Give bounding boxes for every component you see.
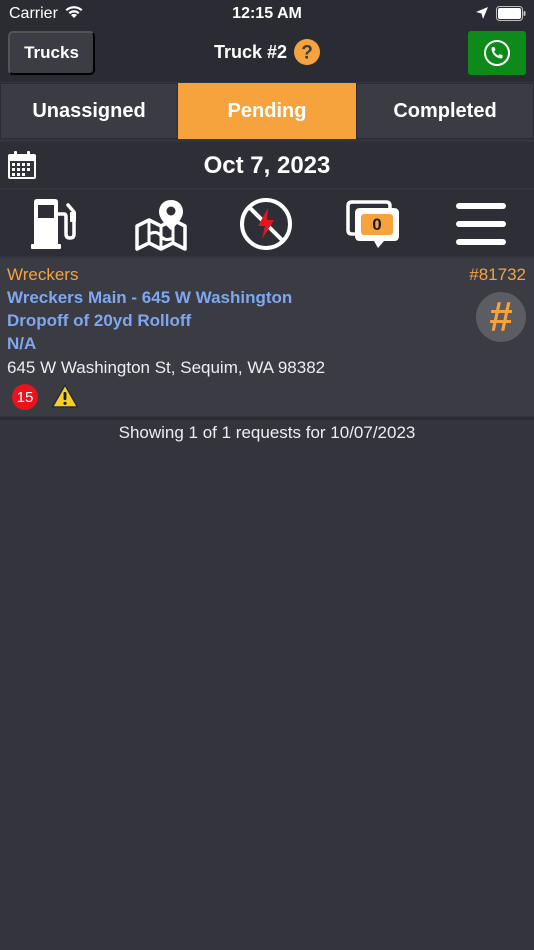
tab-pending[interactable]: Pending — [178, 83, 356, 139]
action-toolbar — [0, 190, 534, 256]
request-number: #81732 — [469, 265, 526, 284]
message-count-badge: 0 — [372, 215, 382, 234]
results-summary: Showing 1 of 1 requests for 10/07/2023 — [118, 423, 416, 442]
help-circle-icon[interactable]: ? — [293, 38, 321, 66]
date-selector: Oct 7, 2023 — [0, 142, 534, 188]
svg-text:?: ? — [301, 43, 313, 64]
menu-icon[interactable] — [453, 196, 509, 252]
map-icon[interactable] — [133, 196, 189, 252]
phone-icon — [484, 40, 510, 66]
navigation-bar: Trucks Truck #2 ? — [0, 28, 534, 82]
request-card[interactable]: Wreckers #81732 Wreckers Main - 645 W Wa… — [0, 258, 534, 416]
trucks-button[interactable]: Trucks — [8, 31, 95, 75]
page-title: Truck #2 — [214, 42, 288, 62]
tab-completed[interactable]: Completed — [356, 83, 534, 139]
location-name[interactable]: Wreckers Main - 645 W Washington — [7, 288, 292, 308]
fuel-pump-icon[interactable] — [26, 196, 82, 252]
app-screen: Carrier 12:15 AM Trucks Truck #2 ? Unass… — [0, 0, 534, 950]
tab-unassigned[interactable]: Unassigned — [0, 83, 178, 139]
task-description[interactable]: Dropoff of 20yd Rolloff — [7, 311, 191, 331]
location-arrow-icon — [476, 7, 488, 19]
status-tabs: Unassigned Pending Completed — [0, 83, 534, 139]
selected-date[interactable]: Oct 7, 2023 — [0, 152, 534, 180]
call-button[interactable] — [468, 31, 526, 75]
count-badge: 15 — [12, 384, 38, 410]
hash-number-button[interactable]: # — [476, 292, 526, 342]
status-bar: Carrier 12:15 AM — [0, 0, 534, 28]
contact-name[interactable]: N/A — [7, 334, 36, 354]
divider — [0, 417, 534, 420]
no-service-icon[interactable] — [238, 196, 294, 252]
company-name: Wreckers — [7, 265, 79, 284]
address-text: 645 W Washington St, Sequim, WA 98382 — [7, 358, 326, 377]
clock-time: 12:15 AM — [232, 5, 302, 22]
warning-icon — [51, 384, 79, 408]
battery-icon — [496, 6, 526, 21]
